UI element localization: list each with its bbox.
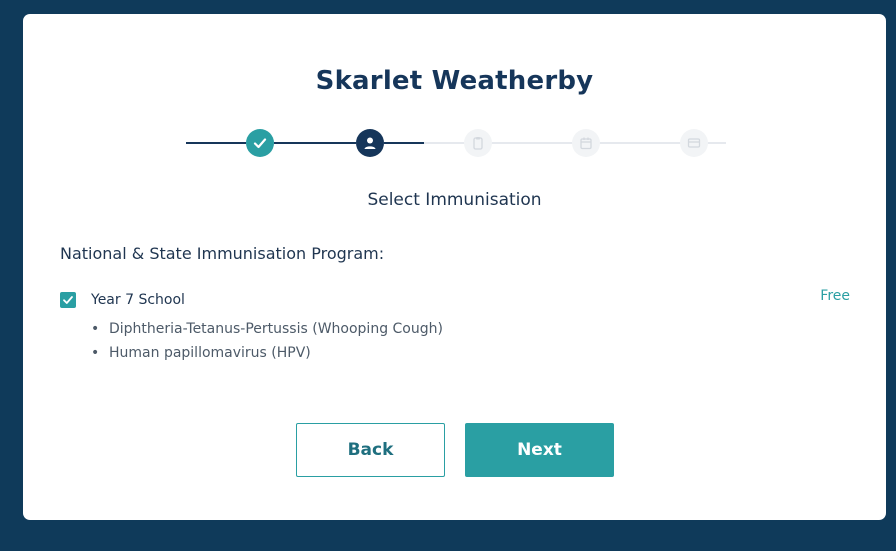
page-background: Skarlet Weatherby Select Immunisation Na…: [0, 0, 896, 551]
back-button[interactable]: Back: [296, 423, 445, 477]
program-checkbox[interactable]: [60, 292, 76, 308]
vaccine-name: Diphtheria-Tetanus-Pertussis (Whooping C…: [109, 321, 443, 337]
stepper-line: [384, 142, 424, 144]
stepper-line: [186, 142, 246, 144]
check-icon: [253, 138, 267, 149]
clipboard-icon: [473, 137, 483, 150]
booking-card: Skarlet Weatherby Select Immunisation Na…: [23, 14, 886, 520]
step-current: [356, 129, 384, 157]
card-icon: [687, 138, 701, 148]
step-title: Select Immunisation: [367, 190, 542, 210]
bullet-icon: •: [91, 345, 100, 361]
patient-name: Skarlet Weatherby: [315, 66, 594, 96]
stepper-line: [274, 142, 356, 144]
step-pending: [572, 129, 600, 157]
calendar-icon: [580, 137, 592, 150]
user-icon: [364, 137, 376, 149]
step-pending: [680, 129, 708, 157]
progress-stepper: [186, 127, 726, 159]
list-item: • Diphtheria-Tetanus-Pertussis (Whooping…: [91, 317, 443, 341]
list-item: • Human papillomavirus (HPV): [91, 341, 443, 365]
next-button[interactable]: Next: [465, 423, 614, 477]
program-price: Free: [820, 288, 850, 304]
program-name: Year 7 School: [91, 292, 185, 308]
checkmark-icon: [63, 296, 73, 304]
program-section-label: National & State Immunisation Program:: [60, 244, 385, 263]
vaccine-list: • Diphtheria-Tetanus-Pertussis (Whooping…: [91, 317, 443, 365]
step-pending: [464, 129, 492, 157]
vaccine-name: Human papillomavirus (HPV): [109, 345, 311, 361]
step-complete: [246, 129, 274, 157]
bullet-icon: •: [91, 321, 100, 337]
